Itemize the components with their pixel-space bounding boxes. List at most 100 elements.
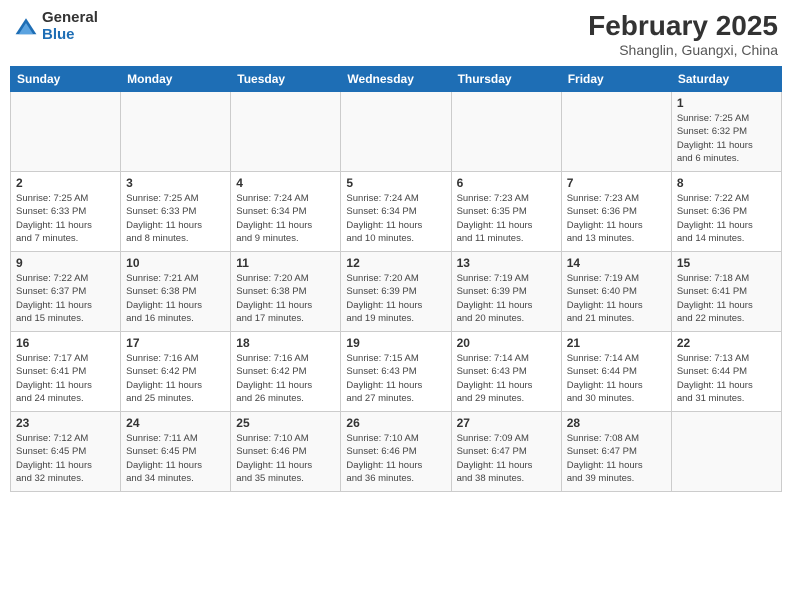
- day-info: Sunrise: 7:19 AM Sunset: 6:39 PM Dayligh…: [457, 272, 556, 325]
- table-cell: 8 Sunrise: 7:22 AM Sunset: 6:36 PM Daylig…: [671, 172, 781, 252]
- table-cell: 13 Sunrise: 7:19 AM Sunset: 6:39 PM Dayli…: [451, 252, 561, 332]
- header: General Blue February 2025 Shanglin, Gua…: [10, 10, 782, 58]
- day-info: Sunrise: 7:15 AM Sunset: 6:43 PM Dayligh…: [346, 352, 445, 405]
- day-number: 16: [16, 336, 115, 350]
- table-cell: 9 Sunrise: 7:22 AM Sunset: 6:37 PM Daylig…: [11, 252, 121, 332]
- table-cell: 28 Sunrise: 7:08 AM Sunset: 6:47 PM Dayli…: [561, 412, 671, 492]
- day-info: Sunrise: 7:08 AM Sunset: 6:47 PM Dayligh…: [567, 432, 666, 485]
- day-number: 4: [236, 176, 335, 190]
- table-cell: [341, 92, 451, 172]
- day-number: 3: [126, 176, 225, 190]
- day-number: 11: [236, 256, 335, 270]
- calendar-table: Sunday Monday Tuesday Wednesday Thursday…: [10, 66, 782, 492]
- week-row-1: 1 Sunrise: 7:25 AM Sunset: 6:32 PM Daylig…: [11, 92, 782, 172]
- week-row-4: 16 Sunrise: 7:17 AM Sunset: 6:41 PM Dayli…: [11, 332, 782, 412]
- day-number: 19: [346, 336, 445, 350]
- day-number: 6: [457, 176, 556, 190]
- day-number: 17: [126, 336, 225, 350]
- table-cell: [11, 92, 121, 172]
- day-number: 9: [16, 256, 115, 270]
- day-number: 18: [236, 336, 335, 350]
- day-info: Sunrise: 7:09 AM Sunset: 6:47 PM Dayligh…: [457, 432, 556, 485]
- table-cell: 25Sunrise: 7:10 AM Sunset: 6:46 PM Dayli…: [231, 412, 341, 492]
- table-cell: [231, 92, 341, 172]
- table-cell: 27 Sunrise: 7:09 AM Sunset: 6:47 PM Dayli…: [451, 412, 561, 492]
- header-wednesday: Wednesday: [341, 67, 451, 92]
- day-info: Sunrise: 7:22 AM Sunset: 6:37 PM Dayligh…: [16, 272, 115, 325]
- logo: General Blue: [14, 10, 98, 43]
- table-cell: 11 Sunrise: 7:20 AM Sunset: 6:38 PM Dayli…: [231, 252, 341, 332]
- day-info: Sunrise: 7:25 AM Sunset: 6:33 PM Dayligh…: [126, 192, 225, 245]
- header-monday: Monday: [121, 67, 231, 92]
- table-cell: 1 Sunrise: 7:25 AM Sunset: 6:32 PM Daylig…: [671, 92, 781, 172]
- day-number: 8: [677, 176, 776, 190]
- table-cell: 17 Sunrise: 7:16 AM Sunset: 6:42 PM Dayli…: [121, 332, 231, 412]
- page: General Blue February 2025 Shanglin, Gua…: [0, 0, 792, 612]
- day-info: Sunrise: 7:21 AM Sunset: 6:38 PM Dayligh…: [126, 272, 225, 325]
- day-info: Sunrise: 7:22 AM Sunset: 6:36 PM Dayligh…: [677, 192, 776, 245]
- table-cell: 10 Sunrise: 7:21 AM Sunset: 6:38 PM Dayli…: [121, 252, 231, 332]
- table-cell: 6 Sunrise: 7:23 AM Sunset: 6:35 PM Daylig…: [451, 172, 561, 252]
- logo-blue-text: Blue: [42, 27, 98, 44]
- day-header-row: Sunday Monday Tuesday Wednesday Thursday…: [11, 67, 782, 92]
- month-title: February 2025: [588, 10, 778, 42]
- day-number: 13: [457, 256, 556, 270]
- day-number: 23: [16, 416, 115, 430]
- header-sunday: Sunday: [11, 67, 121, 92]
- day-number: 10: [126, 256, 225, 270]
- day-info: Sunrise: 7:20 AM Sunset: 6:38 PM Dayligh…: [236, 272, 335, 325]
- day-number: 7: [567, 176, 666, 190]
- day-info: Sunrise: 7:13 AM Sunset: 6:44 PM Dayligh…: [677, 352, 776, 405]
- table-cell: 26 Sunrise: 7:10 AM Sunset: 6:46 PM Dayli…: [341, 412, 451, 492]
- table-cell: 23 Sunrise: 7:12 AM Sunset: 6:45 PM Dayli…: [11, 412, 121, 492]
- day-number: 12: [346, 256, 445, 270]
- day-info: Sunrise: 7:10 AM Sunset: 6:46 PM Dayligh…: [346, 432, 445, 485]
- day-info: Sunrise: 7:20 AM Sunset: 6:39 PM Dayligh…: [346, 272, 445, 325]
- table-cell: [121, 92, 231, 172]
- header-tuesday: Tuesday: [231, 67, 341, 92]
- table-cell: 20Sunrise: 7:14 AM Sunset: 6:43 PM Dayli…: [451, 332, 561, 412]
- location: Shanglin, Guangxi, China: [588, 42, 778, 58]
- day-info: Sunrise: 7:12 AM Sunset: 6:45 PM Dayligh…: [16, 432, 115, 485]
- day-info: Sunrise: 7:11 AM Sunset: 6:45 PM Dayligh…: [126, 432, 225, 485]
- day-number: 21: [567, 336, 666, 350]
- table-cell: 24 Sunrise: 7:11 AM Sunset: 6:45 PM Dayli…: [121, 412, 231, 492]
- day-number: 1: [677, 96, 776, 110]
- day-info: Sunrise: 7:23 AM Sunset: 6:36 PM Dayligh…: [567, 192, 666, 245]
- day-info: Sunrise: 7:24 AM Sunset: 6:34 PM Dayligh…: [346, 192, 445, 245]
- table-cell: 15 Sunrise: 7:18 AM Sunset: 6:41 PM Dayli…: [671, 252, 781, 332]
- table-cell: 2Sunrise: 7:25 AM Sunset: 6:33 PM Daylig…: [11, 172, 121, 252]
- day-info: Sunrise: 7:25 AM Sunset: 6:33 PM Dayligh…: [16, 192, 115, 245]
- day-number: 22: [677, 336, 776, 350]
- table-cell: 14Sunrise: 7:19 AM Sunset: 6:40 PM Dayli…: [561, 252, 671, 332]
- day-info: Sunrise: 7:24 AM Sunset: 6:34 PM Dayligh…: [236, 192, 335, 245]
- table-cell: [451, 92, 561, 172]
- table-cell: [671, 412, 781, 492]
- day-info: Sunrise: 7:16 AM Sunset: 6:42 PM Dayligh…: [126, 352, 225, 405]
- day-info: Sunrise: 7:16 AM Sunset: 6:42 PM Dayligh…: [236, 352, 335, 405]
- table-cell: [561, 92, 671, 172]
- day-info: Sunrise: 7:10 AM Sunset: 6:46 PM Dayligh…: [236, 432, 335, 485]
- table-cell: 16 Sunrise: 7:17 AM Sunset: 6:41 PM Dayli…: [11, 332, 121, 412]
- day-info: Sunrise: 7:17 AM Sunset: 6:41 PM Dayligh…: [16, 352, 115, 405]
- day-info: Sunrise: 7:19 AM Sunset: 6:40 PM Dayligh…: [567, 272, 666, 325]
- day-number: 26: [346, 416, 445, 430]
- header-saturday: Saturday: [671, 67, 781, 92]
- day-number: 27: [457, 416, 556, 430]
- day-info: Sunrise: 7:23 AM Sunset: 6:35 PM Dayligh…: [457, 192, 556, 245]
- logo-general-text: General: [42, 10, 98, 27]
- table-cell: 18 Sunrise: 7:16 AM Sunset: 6:42 PM Dayli…: [231, 332, 341, 412]
- table-cell: 21 Sunrise: 7:14 AM Sunset: 6:44 PM Dayli…: [561, 332, 671, 412]
- week-row-2: 2Sunrise: 7:25 AM Sunset: 6:33 PM Daylig…: [11, 172, 782, 252]
- logo-icon: [14, 15, 38, 39]
- week-row-3: 9 Sunrise: 7:22 AM Sunset: 6:37 PM Daylig…: [11, 252, 782, 332]
- day-info: Sunrise: 7:18 AM Sunset: 6:41 PM Dayligh…: [677, 272, 776, 325]
- day-number: 28: [567, 416, 666, 430]
- header-thursday: Thursday: [451, 67, 561, 92]
- table-cell: 5Sunrise: 7:24 AM Sunset: 6:34 PM Daylig…: [341, 172, 451, 252]
- day-info: Sunrise: 7:14 AM Sunset: 6:44 PM Dayligh…: [567, 352, 666, 405]
- day-number: 24: [126, 416, 225, 430]
- day-number: 15: [677, 256, 776, 270]
- table-cell: 4 Sunrise: 7:24 AM Sunset: 6:34 PM Daylig…: [231, 172, 341, 252]
- day-info: Sunrise: 7:25 AM Sunset: 6:32 PM Dayligh…: [677, 112, 776, 165]
